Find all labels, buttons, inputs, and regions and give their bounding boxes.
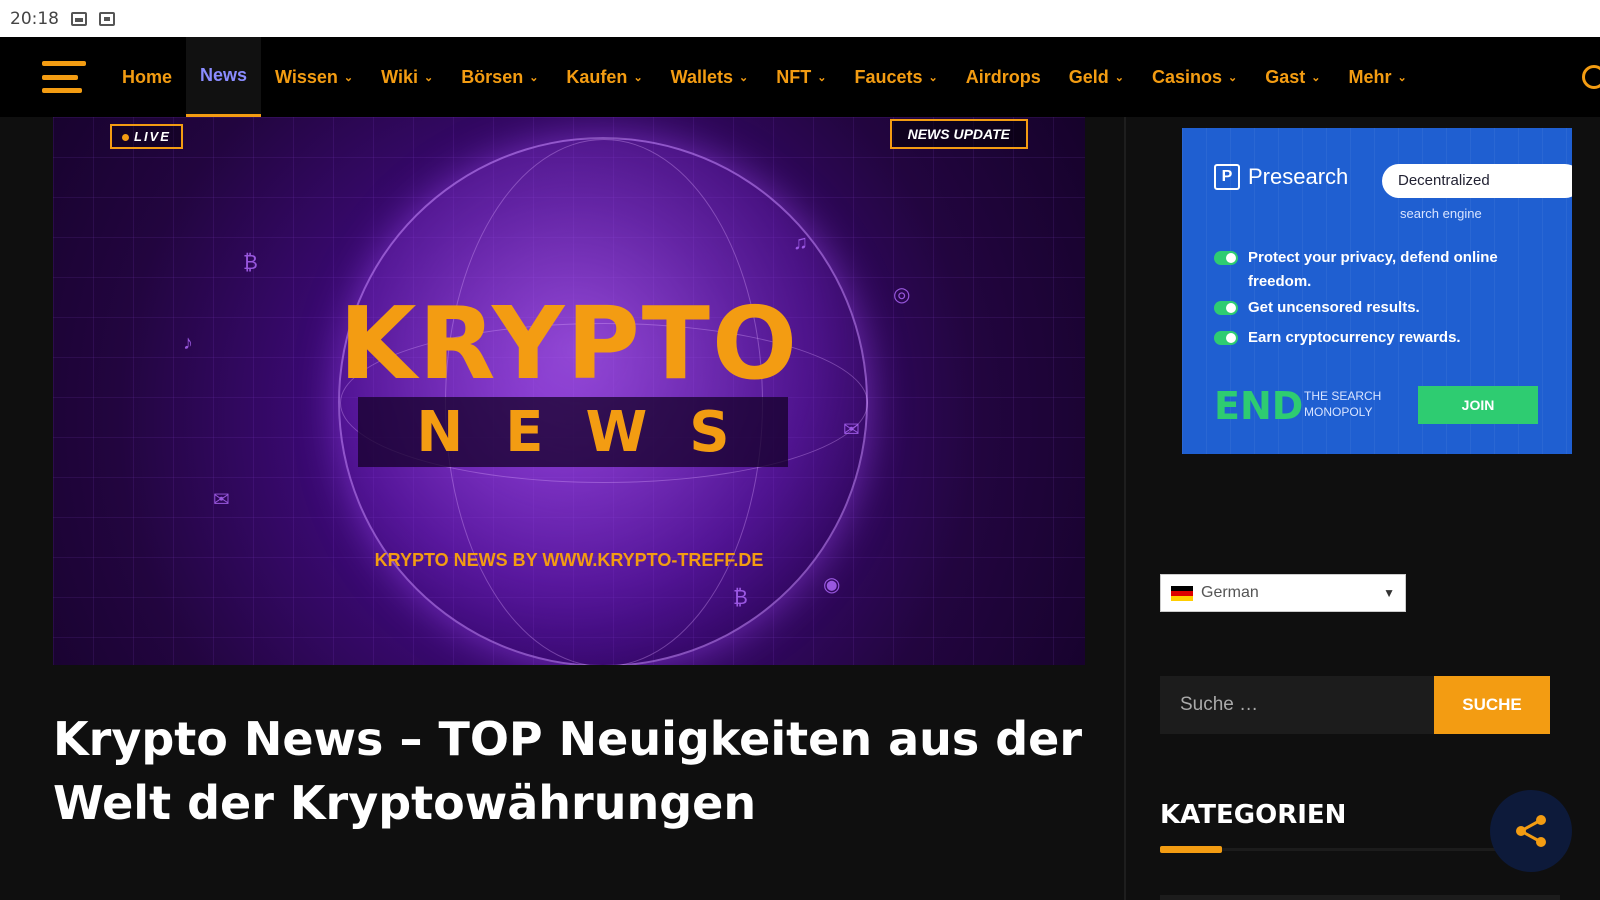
chevron-down-icon: ⌄ (928, 71, 938, 84)
ad-end-subtitle: THE SEARCH MONOPOLY (1304, 389, 1382, 419)
crypto-coin-icon: ₿ (243, 252, 258, 274)
article-headline[interactable]: Krypto News – TOP Neuigkeiten aus der We… (53, 707, 1085, 835)
nav-item-label: News (200, 65, 248, 85)
chevron-down-icon: ⌄ (1227, 71, 1238, 84)
chevron-down-icon: ⌄ (529, 71, 539, 84)
ad-search-note: search engine (1400, 206, 1482, 221)
hero-subtitle: NEWS (416, 400, 772, 465)
ad-brand: Presearch (1248, 164, 1349, 189)
presearch-logo: P Presearch (1214, 164, 1348, 190)
toggle-icon (1214, 301, 1238, 315)
chevron-down-icon: ⌄ (1311, 71, 1321, 84)
nav-item-label: Casinos (1151, 66, 1222, 87)
nav-item-label: Wiki (381, 66, 418, 87)
column-divider (1124, 117, 1126, 900)
language-select[interactable]: German ▼ (1160, 574, 1406, 612)
main-menu: Home News Wissen ⌄ Wiki ⌄ Börsen ⌄ Kaufen ⌄ Wallet… (108, 37, 1421, 117)
hero-credit: KRYPTO NEWS BY WWW.KRYPTO-TREFF.DE (374, 550, 764, 570)
hero-title: KRYPTO (339, 285, 799, 402)
chevron-down-icon: ⌄ (423, 71, 434, 84)
chevron-down-icon: ⌄ (1114, 71, 1124, 84)
nav-item-label: Mehr (1348, 66, 1392, 87)
live-badge: LIVE (110, 124, 183, 149)
nav-item-label: Börsen (461, 66, 524, 87)
ad-feature: Earn cryptocurrency rewards. (1214, 326, 1544, 350)
nav-item-label: Home (122, 66, 173, 87)
nav-item-wallets[interactable]: Wallets ⌄ (657, 37, 763, 117)
nav-item-airdrops[interactable]: Airdrops (952, 37, 1055, 117)
toggle-icon (1214, 331, 1238, 345)
chevron-down-icon: ⌄ (1397, 71, 1407, 84)
nav-item-gast[interactable]: Gast ⌄ (1251, 37, 1334, 117)
ad-end-word: END (1214, 384, 1304, 428)
ad-feature: Protect your privacy, defend online free… (1214, 246, 1544, 294)
main-content: ₿ ♪ ♫ ◎ ✉ ₿ ✉ ◉ LIVE NEWS UPDATE KRYPTO … (53, 117, 1085, 835)
search-button[interactable]: SUCHE (1434, 676, 1550, 734)
presearch-logo-icon: P (1214, 164, 1240, 190)
nav-item-label: Geld (1068, 66, 1109, 87)
categories-heading: KATEGORIEN (1160, 800, 1347, 830)
search-input[interactable] (1160, 676, 1434, 734)
status-bar: 20:18 (0, 0, 1600, 37)
image-icon (71, 11, 87, 26)
toggle-icon (1214, 251, 1238, 265)
crypto-coin-icon: ✉ (843, 419, 860, 441)
category-list-top (1160, 895, 1560, 900)
nav-item-wiki[interactable]: Wiki ⌄ (367, 37, 447, 117)
ad-feature: Get uncensored results. (1214, 296, 1544, 320)
nav-item-wissen[interactable]: Wissen ⌄ (261, 37, 367, 117)
german-flag-icon (1171, 585, 1193, 601)
presearch-ad[interactable]: P Presearch Decentralized search engine … (1182, 128, 1572, 454)
nav-item-label: Wissen (275, 66, 338, 87)
crypto-coin-icon: ◉ (823, 574, 841, 596)
categories-underline-accent (1160, 846, 1222, 853)
nav-item-casinos[interactable]: Casinos ⌄ (1138, 37, 1251, 117)
nav-item-kaufen[interactable]: Kaufen ⌄ (552, 37, 656, 117)
ad-join-button[interactable]: JOIN (1418, 386, 1538, 424)
chevron-down-icon: ⌄ (817, 71, 827, 84)
nav-item-label: Faucets (854, 66, 923, 87)
hamburger-menu-icon[interactable] (42, 61, 86, 93)
nav-item-news[interactable]: News (186, 37, 262, 117)
chevron-down-icon: ▼ (1383, 586, 1395, 600)
theme-toggle-sun-icon[interactable] (1582, 65, 1600, 89)
language-label: German (1201, 584, 1259, 601)
nav-item-label: Airdrops (965, 66, 1041, 87)
chevron-down-icon: ⌄ (739, 71, 749, 84)
ad-search-field: Decentralized (1382, 164, 1572, 198)
nav-item-mehr[interactable]: Mehr ⌄ (1334, 37, 1420, 117)
nav-item-label: Gast (1265, 66, 1306, 87)
share-icon (1516, 815, 1546, 847)
crypto-coin-icon: ♫ (793, 232, 808, 254)
news-update-badge: NEWS UPDATE (889, 119, 1028, 149)
nav-item-faucets[interactable]: Faucets ⌄ (840, 37, 951, 117)
chevron-down-icon: ⌄ (633, 71, 643, 84)
nav-item-börsen[interactable]: Börsen ⌄ (447, 37, 552, 117)
crypto-coin-icon: ₿ (733, 587, 748, 609)
nav-item-label: NFT (776, 66, 812, 87)
chevron-down-icon: ⌄ (343, 71, 354, 84)
nav-item-home[interactable]: Home (108, 37, 186, 117)
featured-image[interactable]: ₿ ♪ ♫ ◎ ✉ ₿ ✉ ◉ LIVE NEWS UPDATE KRYPTO … (53, 117, 1085, 665)
nav-item-geld[interactable]: Geld ⌄ (1055, 37, 1138, 117)
main-navbar: Home News Wissen ⌄ Wiki ⌄ Börsen ⌄ Kaufen ⌄ Wallet… (0, 37, 1600, 117)
crypto-coin-icon: ✉ (213, 489, 230, 511)
nav-item-label: Wallets (670, 66, 734, 87)
share-button[interactable] (1490, 790, 1572, 872)
nav-item-label: Kaufen (566, 66, 628, 87)
status-time: 20:18 (10, 8, 59, 29)
nav-item-nft[interactable]: NFT ⌄ (762, 37, 840, 117)
box-icon (99, 11, 115, 26)
